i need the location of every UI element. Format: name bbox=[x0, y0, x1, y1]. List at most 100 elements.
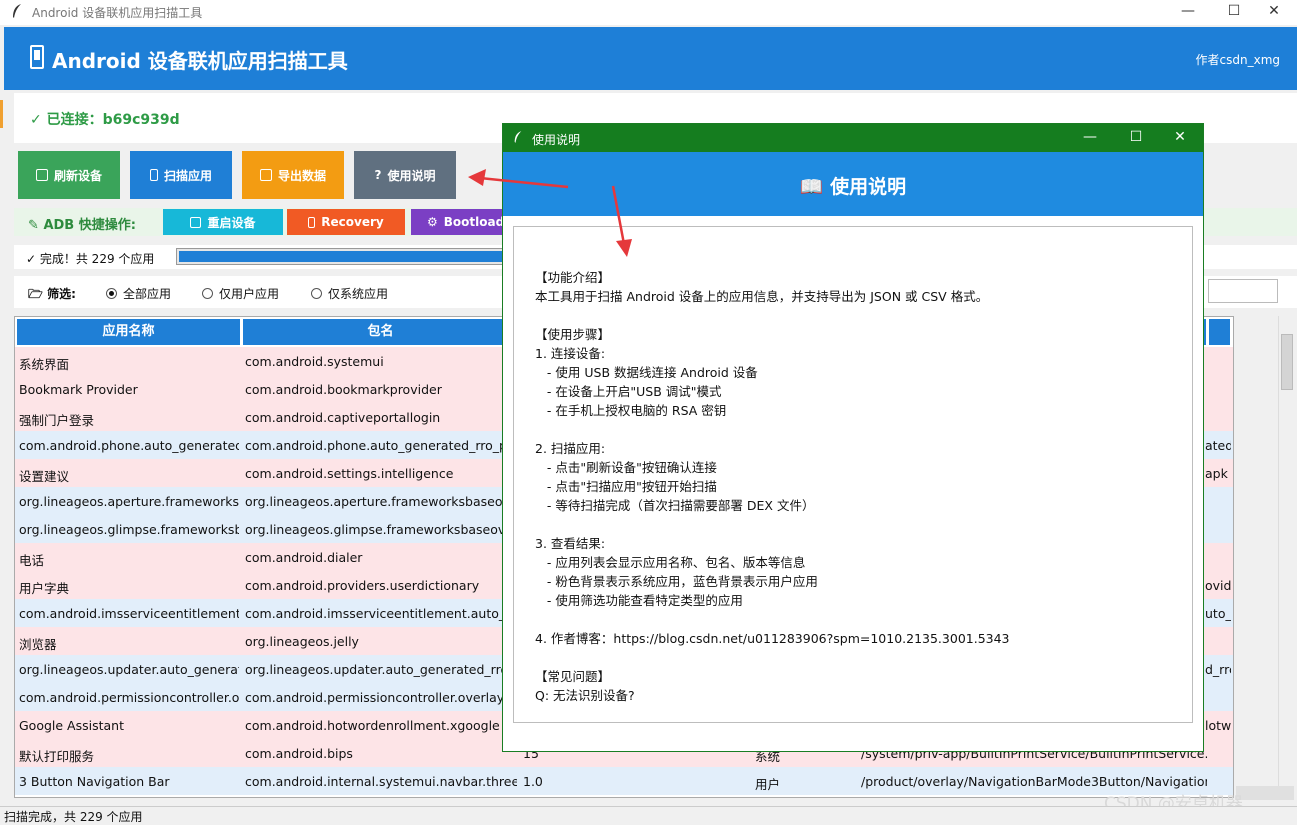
refresh-device-button[interactable]: 刷新设备 bbox=[18, 151, 120, 199]
radio-system-label: 仅系统应用 bbox=[328, 287, 389, 301]
radio-dot bbox=[311, 288, 322, 299]
status-text: 扫描完成，共 229 个应用 bbox=[4, 810, 143, 824]
table-cell: com.android.captiveportallogin bbox=[245, 410, 441, 425]
help-text-line: - 在手机上授权电脑的 RSA 密钥 bbox=[535, 403, 727, 418]
table-cell: 系统界面 bbox=[19, 357, 70, 372]
help-text-line: - 在设备上开启"USB 调试"模式 bbox=[535, 384, 722, 399]
radio-dot bbox=[106, 288, 117, 299]
dialog-titlebar: 使用说明 — ☐ ✕ bbox=[503, 124, 1203, 152]
table-cell: com.android.dialer bbox=[245, 550, 363, 565]
help-text-line: - 点击"扫描应用"按钮开始扫描 bbox=[535, 479, 717, 494]
help-text-line: 【使用步骤】 bbox=[535, 327, 611, 342]
table-cell: com.android.bips bbox=[245, 746, 353, 761]
export-data-button[interactable]: 导出数据 bbox=[242, 151, 344, 199]
table-cell: 设置建议 bbox=[19, 469, 70, 484]
phone-icon bbox=[30, 45, 44, 69]
status-bar: 扫描完成，共 229 个应用 bbox=[0, 806, 1297, 824]
table-cell: com.android.internal.systemui.navbar.thr… bbox=[245, 774, 517, 789]
table-cell: com.android.imsserviceentitlement.au bbox=[19, 606, 239, 621]
recovery-label: Recovery bbox=[321, 215, 384, 229]
save-icon bbox=[259, 169, 272, 181]
help-text-line: Q: 无法识别设备? bbox=[535, 688, 635, 703]
table-cell: Google Assistant bbox=[19, 718, 124, 733]
help-text-line: 【常见问题】 bbox=[535, 669, 611, 684]
table-cell: com.android.phone.auto_generated_rro_pro bbox=[245, 438, 517, 453]
table-cell: /product/overlay/NavigationBarMode3Butto… bbox=[861, 774, 1207, 789]
wrench-icon: ✎ bbox=[28, 218, 39, 233]
help-text-line: - 使用 USB 数据线连接 Android 设备 bbox=[535, 365, 758, 380]
help-text-line: 3. 查看结果: bbox=[535, 536, 606, 551]
table-cell: d_rrc bbox=[1205, 662, 1231, 677]
app-title: Android 设备联机应用扫描工具 bbox=[52, 49, 348, 73]
help-text-line: - 应用列表会显示应用名称、包名、版本等信息 bbox=[535, 555, 806, 570]
gear-icon: ⚙ bbox=[427, 215, 438, 229]
dialog-close-button[interactable]: ✕ bbox=[1157, 124, 1203, 152]
dialog-maximize-button[interactable]: ☐ bbox=[1113, 124, 1159, 152]
author-label: 作者csdn_xmg bbox=[1195, 53, 1280, 67]
help-text-line: 4. 作者博客：https://blog.csdn.net/u011283906… bbox=[535, 631, 1010, 646]
table-cell: 用户字典 bbox=[19, 581, 70, 596]
table-cell: 电话 bbox=[19, 553, 45, 568]
column-header-extra[interactable] bbox=[1209, 319, 1231, 345]
help-text-line: 1. 连接设备: bbox=[535, 346, 606, 361]
scan-apps-label: 扫描应用 bbox=[163, 168, 212, 183]
table-cell: org.lineageos.updater.auto_generated_rro… bbox=[245, 662, 517, 677]
help-text-line: 【功能介绍】 bbox=[535, 270, 611, 285]
reboot-button[interactable]: 重启设备 bbox=[163, 209, 283, 235]
table-row[interactable]: 3 Button Navigation Bar com.android.inter… bbox=[15, 767, 1233, 795]
help-button[interactable]: ? 使用说明 bbox=[354, 151, 456, 199]
table-cell: apk bbox=[1205, 466, 1228, 481]
table-cell: com.android.bookmarkprovider bbox=[245, 382, 442, 397]
table-cell: com.android.phone.auto_generated_r bbox=[19, 438, 239, 453]
table-cell: org.lineageos.aperture.frameworksbaseove… bbox=[245, 494, 517, 509]
refresh-icon bbox=[35, 169, 48, 181]
refresh-device-label: 刷新设备 bbox=[53, 168, 102, 183]
help-text-line: - 等待扫描完成（首次扫描需要部署 DEX 文件） bbox=[535, 498, 815, 513]
table-cell: org.lineageos.aperture.frameworksba bbox=[19, 494, 239, 509]
table-cell: com.android.settings.intelligence bbox=[245, 466, 454, 481]
radio-user-apps[interactable]: 仅用户应用 bbox=[202, 285, 279, 302]
column-header-package[interactable]: 包名 bbox=[243, 319, 519, 345]
radio-all-apps[interactable]: 全部应用 bbox=[106, 285, 171, 302]
table-cell: com.android.providers.userdictionary bbox=[245, 578, 480, 593]
vertical-scrollbar[interactable] bbox=[1278, 316, 1294, 798]
horizontal-scrollbar[interactable] bbox=[1236, 786, 1294, 800]
radio-system-apps[interactable]: 仅系统应用 bbox=[311, 285, 388, 302]
table-cell: lotw bbox=[1205, 718, 1231, 733]
connection-status: ✓ 已连接：b69c939d bbox=[30, 112, 180, 128]
table-cell: com.android.imsserviceentitlement.auto_g… bbox=[245, 606, 517, 621]
table-cell: com.android.hotwordenrollment.xgoogle bbox=[245, 718, 500, 733]
help-dialog: 使用说明 — ☐ ✕ 📖 使用说明 【功能介绍】本工具用于扫描 Android … bbox=[502, 123, 1204, 752]
reboot-icon bbox=[190, 216, 202, 228]
app-header: Android 设备联机应用扫描工具 作者csdn_xmg bbox=[4, 27, 1297, 90]
table-cell: 浏览器 bbox=[19, 637, 57, 652]
phone-icon bbox=[149, 169, 158, 181]
table-cell: com.android.permissioncontroller.overlay bbox=[245, 690, 505, 705]
dialog-heading: 📖 使用说明 bbox=[799, 176, 907, 198]
recovery-button[interactable]: Recovery bbox=[287, 209, 405, 235]
feather-icon bbox=[13, 4, 21, 18]
scrollbar-thumb[interactable] bbox=[1281, 334, 1293, 390]
phone-icon bbox=[308, 216, 316, 228]
table-cell: org.lineageos.glimpse.frameworksba: bbox=[19, 522, 239, 537]
dialog-minimize-button[interactable]: — bbox=[1067, 124, 1113, 152]
folder-icon: 🗁 bbox=[28, 287, 43, 301]
bootloader-button[interactable]: ⚙ Bootloader bbox=[411, 209, 503, 235]
dialog-header: 📖 使用说明 bbox=[503, 152, 1203, 216]
search-input[interactable] bbox=[1208, 279, 1278, 303]
window-title: Android 设备联机应用扫描工具 bbox=[32, 6, 203, 20]
minimize-button[interactable]: — bbox=[1165, 0, 1211, 25]
filter-label: 🗁 筛选: bbox=[28, 287, 76, 301]
question-icon: ? bbox=[374, 168, 382, 182]
column-header-name[interactable]: 应用名称 bbox=[17, 319, 241, 345]
help-label: 使用说明 bbox=[387, 168, 436, 183]
scan-apps-button[interactable]: 扫描应用 bbox=[130, 151, 232, 199]
table-cell: 默认打印服务 bbox=[19, 749, 95, 764]
radio-all-label: 全部应用 bbox=[123, 287, 172, 301]
table-cell: uto_ bbox=[1205, 606, 1231, 621]
help-text-line: 本工具用于扫描 Android 设备上的应用信息，并支持导出为 JSON 或 C… bbox=[535, 289, 989, 304]
book-icon: 📖 bbox=[799, 176, 824, 198]
dialog-text-area[interactable]: 【功能介绍】本工具用于扫描 Android 设备上的应用信息，并支持导出为 JS… bbox=[513, 226, 1193, 723]
feather-icon bbox=[514, 131, 522, 143]
close-button[interactable]: ✕ bbox=[1251, 0, 1297, 25]
